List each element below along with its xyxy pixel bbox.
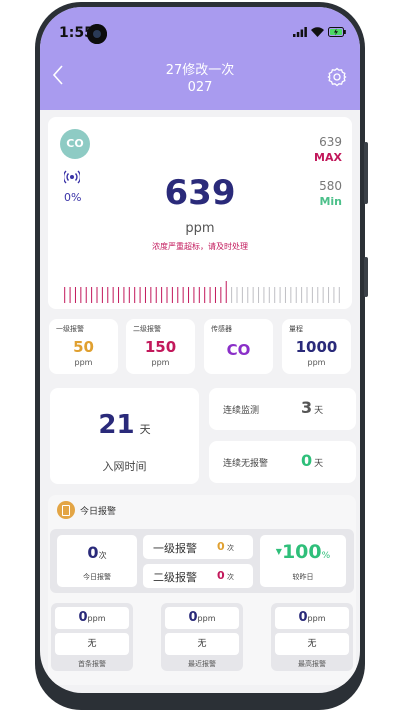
alarm-clipboard-icon	[57, 501, 75, 519]
compare-value-row: ▼100%	[260, 541, 346, 563]
min-label: Min	[319, 195, 342, 208]
recent-alarm-label: 最近报警	[188, 660, 216, 668]
max-label: MAX	[314, 151, 342, 164]
no-alarm-card: 连续无报警 0天	[209, 441, 356, 483]
signal-bars-icon	[293, 27, 307, 37]
network-days-card: 21 天 入网时间	[50, 388, 199, 484]
network-days-label: 入网时间	[102, 460, 147, 473]
network-days: 21 天	[50, 410, 199, 440]
value: 0	[188, 610, 198, 625]
unit: ppm	[197, 614, 216, 623]
phone-frame: 1:55 27修改一次 027 CO 0% 639 ppm 浓度严重超标，请及时…	[35, 2, 368, 710]
level1-alarm-label: 一级报警	[153, 542, 197, 555]
range-card: 量程 1000 ppm	[282, 319, 351, 374]
card-unit: ppm	[74, 358, 93, 367]
highest-alarm-value: 0ppm	[275, 607, 349, 629]
side-button	[364, 257, 368, 297]
wifi-icon	[311, 27, 324, 37]
level1-alarm-box: 一级报警 0 次	[143, 535, 253, 559]
level2-alarm-value: 0	[217, 569, 225, 582]
today-count: 0次	[57, 543, 137, 562]
sensor-type-card: 传感器 CO	[204, 319, 273, 374]
side-button	[364, 142, 368, 204]
no-alarm-label: 连续无报警	[223, 459, 269, 469]
level1-alarm-value: 0	[217, 540, 225, 553]
device-name: 27修改一次	[165, 63, 235, 78]
recent-alarm-text: 无	[165, 633, 239, 655]
unit: ppm	[307, 614, 326, 623]
card-unit: ppm	[307, 358, 326, 367]
gas-type-badge: CO	[60, 129, 90, 159]
today-alarm-title: 今日报警	[80, 507, 117, 517]
concentration-scale	[64, 281, 340, 303]
gear-icon[interactable]	[327, 67, 347, 91]
recent-alarm-value: 0ppm	[165, 607, 239, 629]
max-value: 639	[319, 135, 342, 149]
first-alarm-text: 无	[55, 633, 129, 655]
network-days-value: 21	[98, 410, 135, 440]
highest-alarm-text: 无	[275, 633, 349, 655]
warning-text: 浓度严重超标，请及时处理	[152, 242, 248, 251]
page-title: 27修改一次 027	[40, 62, 360, 96]
monitor-value: 3	[301, 398, 313, 417]
status-bar: 1:55	[40, 24, 360, 45]
first-alarm-label: 首条报警	[78, 660, 106, 668]
compare-label: 较昨日	[292, 573, 314, 581]
system-icons	[293, 27, 346, 37]
threshold-card-level1: 一级报警 50 ppm	[49, 319, 118, 374]
card-label: 一级报警	[56, 325, 84, 333]
highest-alarm-card: 0ppm 无 最高报警	[271, 603, 353, 671]
card-value: 50	[73, 338, 94, 356]
today-count-unit: 次	[98, 551, 107, 560]
card-value: 150	[144, 338, 177, 356]
unit: ppm	[87, 614, 106, 623]
compare-value: 100	[281, 541, 322, 563]
card-value: CO	[226, 341, 251, 359]
no-alarm-value: 0	[301, 451, 313, 470]
card-value: 1000	[295, 338, 338, 356]
concentration-unit: ppm	[185, 221, 215, 236]
sensor-main-card: CO 0% 639 ppm 浓度严重超标，请及时处理 639 MAX 580 M…	[48, 117, 352, 309]
battery-charging-icon	[328, 27, 346, 37]
front-camera	[87, 24, 107, 44]
today-alarm-section: 今日报警 0次 今日报警 一级报警 0 次 二级报警 0 次 ▼100% 较昨日…	[48, 495, 356, 685]
device-id: 027	[187, 80, 213, 95]
value: 0	[78, 610, 88, 625]
level2-alarm-label: 二级报警	[153, 571, 197, 584]
no-alarm-days: 0天	[301, 451, 323, 470]
level2-alarm-box: 二级报警 0 次	[143, 564, 253, 588]
card-label: 传感器	[211, 325, 232, 333]
compare-unit: %	[321, 551, 331, 561]
threshold-card-level2: 二级报警 150 ppm	[126, 319, 195, 374]
compare-yesterday-box: ▼100% 较昨日	[260, 535, 346, 587]
level2-alarm-unit: 次	[227, 573, 234, 581]
first-alarm-value: 0ppm	[55, 607, 129, 629]
highest-alarm-label: 最高报警	[298, 660, 326, 668]
today-count-box: 0次 今日报警	[57, 535, 137, 587]
today-alarm-summary: 0次 今日报警 一级报警 0 次 二级报警 0 次 ▼100% 较昨日	[50, 529, 354, 593]
current-concentration: 639	[164, 173, 236, 213]
monitor-label: 连续监测	[223, 406, 260, 416]
value: 0	[298, 610, 308, 625]
first-alarm-card: 0ppm 无 首条报警	[51, 603, 133, 671]
network-days-unit: 天	[139, 423, 151, 436]
monitor-days: 3天	[301, 398, 323, 417]
header-bar: 1:55 27修改一次 027	[40, 7, 360, 110]
today-count-label: 今日报警	[83, 573, 111, 581]
card-unit: ppm	[151, 358, 170, 367]
app-screen: 1:55 27修改一次 027 CO 0% 639 ppm 浓度严重超标，请及时…	[40, 7, 360, 693]
today-count-value: 0	[87, 543, 99, 562]
continuous-monitor-card: 连续监测 3天	[209, 388, 356, 430]
level1-alarm-unit: 次	[227, 544, 234, 552]
monitor-unit: 天	[314, 406, 324, 416]
recent-alarm-card: 0ppm 无 最近报警	[161, 603, 243, 671]
no-alarm-unit: 天	[314, 459, 324, 469]
min-value: 580	[319, 179, 342, 193]
card-label: 二级报警	[133, 325, 161, 333]
card-label: 量程	[289, 325, 303, 333]
